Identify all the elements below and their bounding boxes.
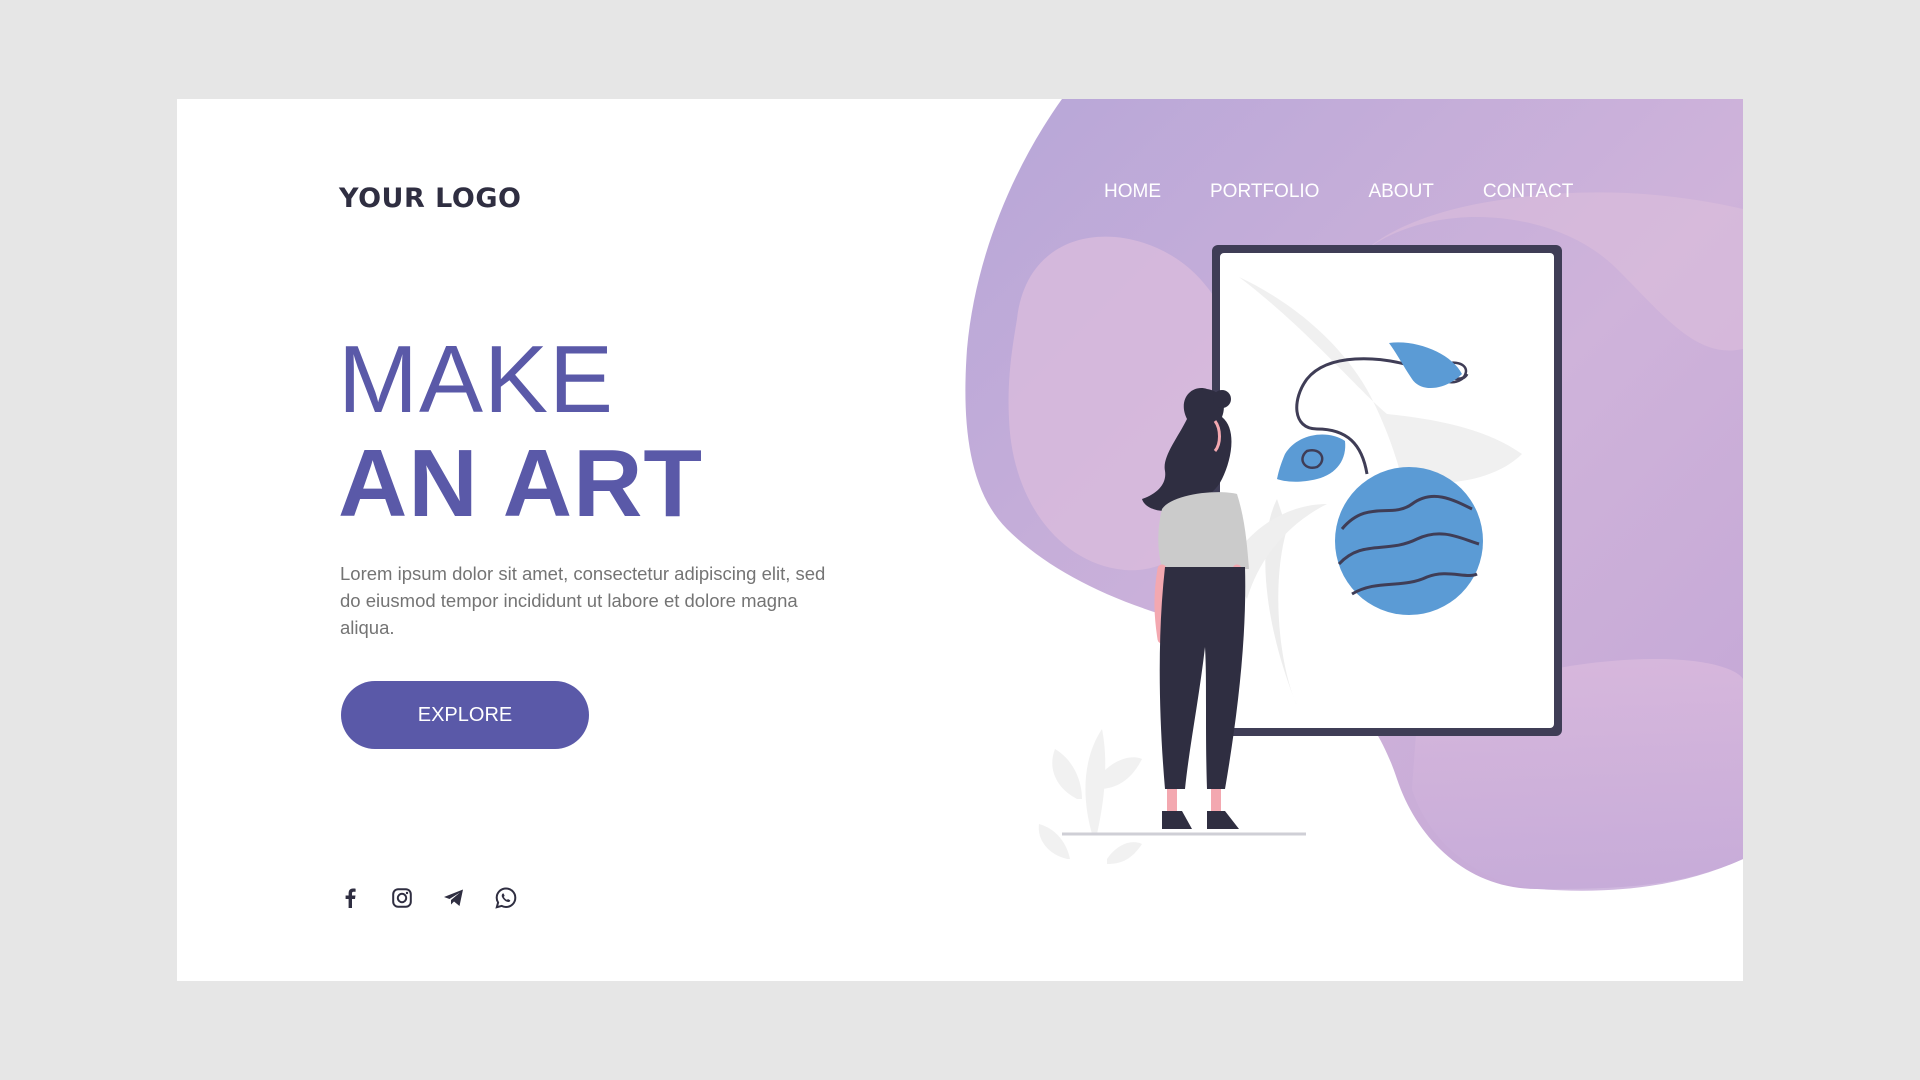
social-links bbox=[337, 885, 519, 911]
nav-portfolio[interactable]: PORTFOLIO bbox=[1210, 181, 1319, 203]
nav-home[interactable]: HOME bbox=[1104, 181, 1161, 203]
landing-card: YOUR LOGO HOME PORTFOLIO ABOUT CONTACT M… bbox=[177, 99, 1743, 981]
hero-illustration bbox=[965, 99, 1743, 891]
facebook-icon[interactable] bbox=[337, 885, 363, 911]
hero-title-line2: AN ART bbox=[338, 430, 704, 537]
explore-button[interactable]: EXPLORE bbox=[341, 681, 589, 749]
nav-about[interactable]: ABOUT bbox=[1368, 181, 1433, 203]
logo[interactable]: YOUR LOGO bbox=[339, 183, 521, 214]
nav-contact[interactable]: CONTACT bbox=[1483, 181, 1573, 203]
whatsapp-icon[interactable] bbox=[493, 885, 519, 911]
hero-description: Lorem ipsum dolor sit amet, consectetur … bbox=[340, 563, 826, 638]
plant-decoration bbox=[1038, 729, 1142, 864]
telegram-icon[interactable] bbox=[441, 885, 467, 911]
hero-title: MAKE AN ART bbox=[338, 332, 703, 532]
main-nav: HOME PORTFOLIO ABOUT CONTACT bbox=[1104, 177, 1573, 207]
instagram-icon[interactable] bbox=[389, 885, 415, 911]
hero-title-line1: MAKE bbox=[338, 326, 615, 433]
